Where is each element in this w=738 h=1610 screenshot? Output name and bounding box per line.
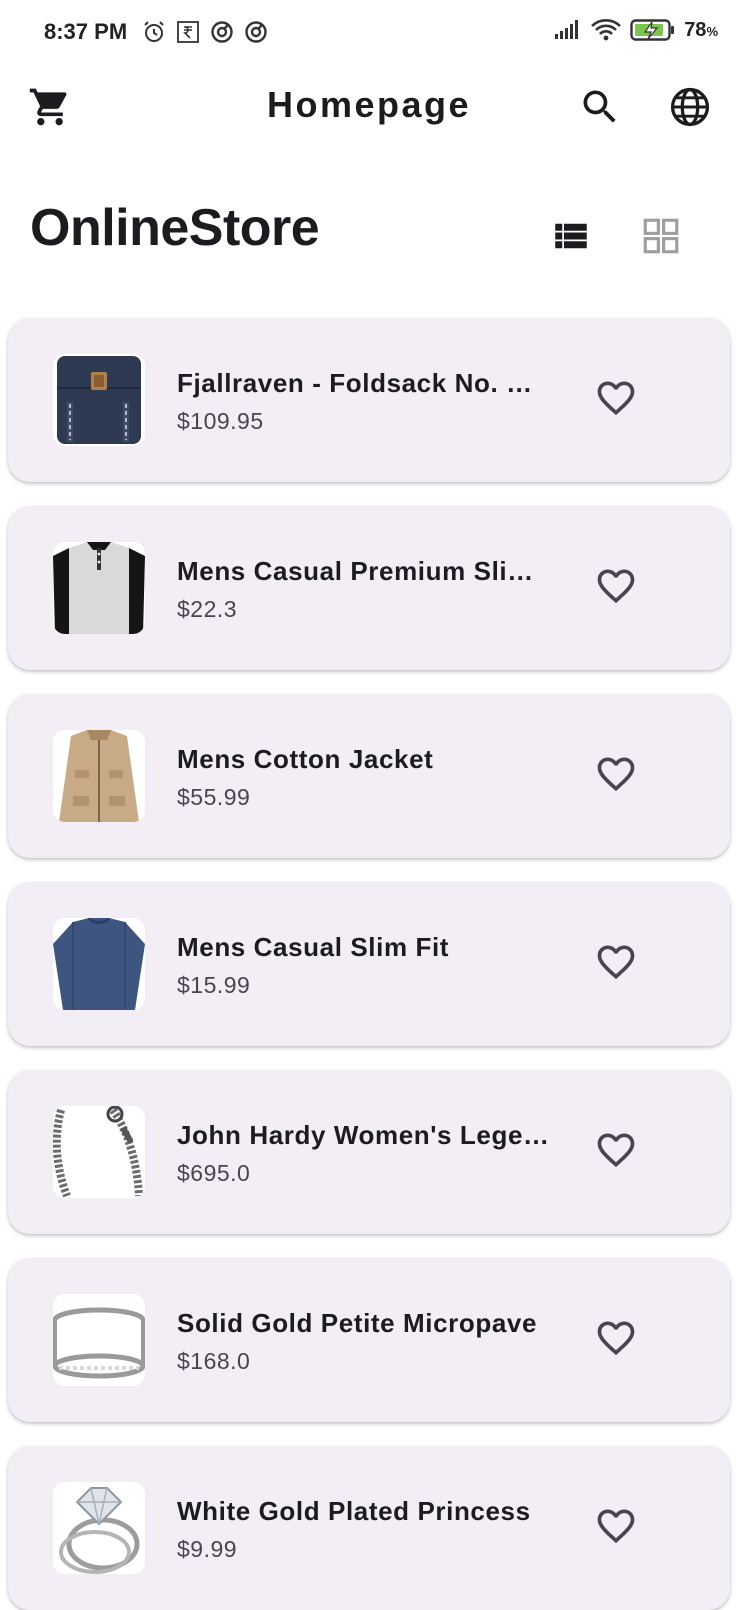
product-card[interactable]: John Hardy Women's Lege… $695.0 (8, 1070, 730, 1234)
product-image-band-ring (53, 1294, 145, 1386)
heart-outline-icon (597, 1321, 635, 1356)
alarm-icon (144, 21, 164, 42)
status-notification-icons (142, 20, 268, 44)
product-image-backpack (53, 354, 145, 446)
grid-view-button[interactable] (640, 215, 682, 257)
search-button[interactable] (578, 85, 622, 129)
product-price: $168.0 (177, 1348, 251, 1374)
product-card[interactable]: Mens Cotton Jacket $55.99 (8, 694, 730, 858)
product-price: $55.99 (177, 784, 251, 810)
favorite-button[interactable] (594, 376, 638, 420)
battery-charging-icon (630, 19, 675, 41)
status-time: 8:37 PM (44, 19, 128, 44)
product-name: White Gold Plated Princess (177, 1496, 531, 1526)
product-price: $15.99 (177, 972, 251, 998)
product-card[interactable]: White Gold Plated Princess $9.99 (8, 1446, 730, 1610)
product-image-diamond-ring (53, 1482, 145, 1574)
top-app-bar: Homepage (0, 70, 738, 144)
product-name: John Hardy Women's Lege… (177, 1120, 550, 1150)
heart-outline-icon (597, 381, 635, 416)
heart-outline-icon (597, 1509, 635, 1544)
product-price: $109.95 (177, 408, 264, 434)
heart-outline-icon (597, 1133, 635, 1168)
language-button[interactable] (668, 85, 712, 129)
product-name: Mens Casual Slim Fit (177, 932, 450, 962)
product-image-bracelet (53, 1106, 145, 1198)
signal-icon (555, 20, 579, 39)
product-name: Fjallraven - Foldsack No. … (177, 368, 533, 398)
grid-view-icon (643, 218, 679, 254)
product-card[interactable]: Solid Gold Petite Micropave $168.0 (8, 1258, 730, 1422)
product-image-tshirt (53, 542, 145, 634)
product-image-jacket (53, 730, 145, 822)
wifi-icon (591, 19, 622, 41)
product-card[interactable]: Mens Casual Slim Fit $15.99 (8, 882, 730, 1046)
product-image-longsleeve (53, 918, 145, 1010)
status-bar: 8:37 PM 78% (0, 0, 738, 68)
data-saver-icon (245, 21, 267, 43)
status-system-icons: 78% (554, 18, 718, 42)
list-view-icon (555, 223, 587, 249)
product-card[interactable]: Mens Casual Premium Sli… $22.3 (8, 506, 730, 670)
product-card[interactable]: Fjallraven - Foldsack No. … $109.95 (8, 318, 730, 482)
favorite-button[interactable] (594, 1504, 638, 1548)
list-view-button[interactable] (550, 215, 592, 257)
store-title: OnlineStore (30, 199, 320, 257)
favorite-button[interactable] (594, 940, 638, 984)
favorite-button[interactable] (594, 752, 638, 796)
product-name: Mens Casual Premium Sli… (177, 556, 534, 586)
rupee-icon (177, 21, 199, 43)
heart-outline-icon (597, 569, 635, 604)
page-title: Homepage (266, 84, 472, 125)
product-price: $22.3 (177, 596, 238, 622)
product-name: Solid Gold Petite Micropave (177, 1308, 538, 1338)
favorite-button[interactable] (594, 1128, 638, 1172)
favorite-button[interactable] (594, 564, 638, 608)
product-price: $9.99 (177, 1536, 238, 1562)
battery-percent: 78% (684, 18, 718, 41)
globe-icon (670, 87, 710, 127)
product-name: Mens Cotton Jacket (177, 744, 434, 774)
heart-outline-icon (597, 757, 635, 792)
heart-outline-icon (597, 945, 635, 980)
product-price: $695.0 (177, 1160, 251, 1186)
favorite-button[interactable] (594, 1316, 638, 1360)
data-saver-icon (211, 21, 233, 43)
search-icon (583, 90, 616, 123)
